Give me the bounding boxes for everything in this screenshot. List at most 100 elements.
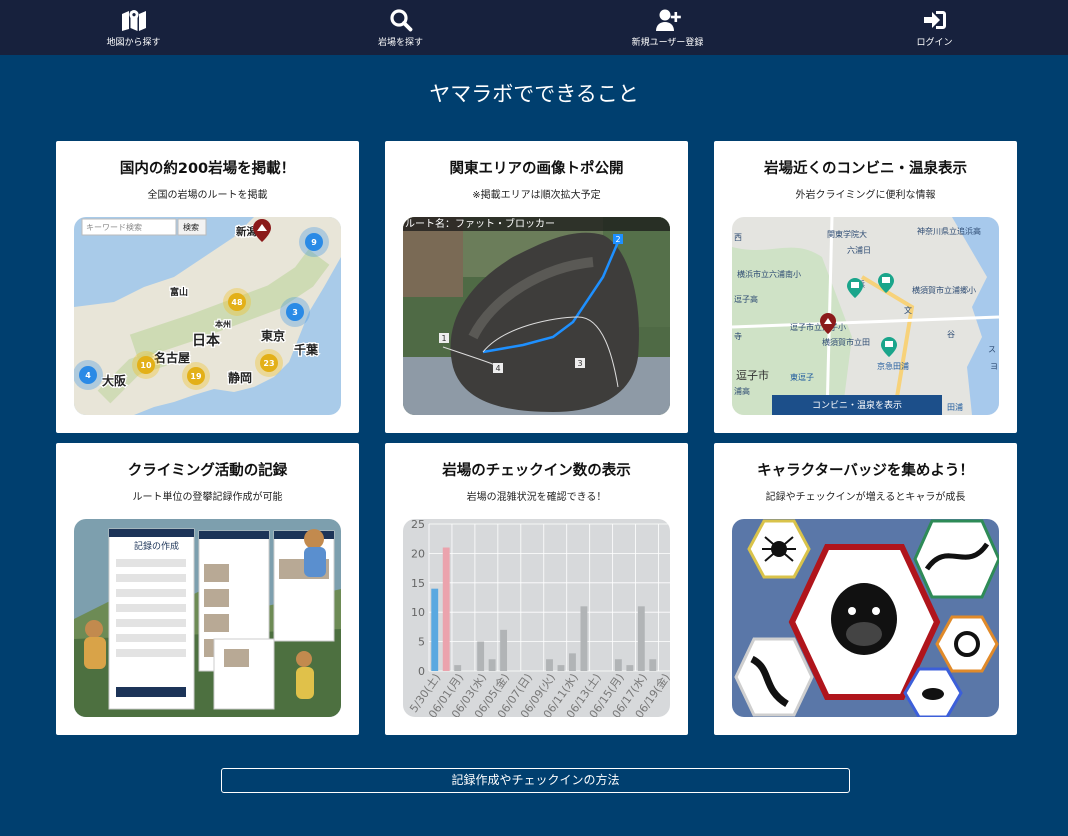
feature-card-records: クライミング活動の記録 ルート単位の登攀記録作成が可能 記録の作成 xyxy=(56,443,359,735)
map-label: 谷 xyxy=(947,330,955,339)
map-cluster[interactable]: 10 xyxy=(140,361,152,370)
topo-photo: ルート名：ファット・ブロッカー 1 2 3 4 xyxy=(403,217,670,415)
top-nav: 地図から探す 岩場を探す 新規ユーザー登録 ログイン xyxy=(0,0,1068,55)
chart-y-tick-label: 10 xyxy=(411,606,425,619)
feature-card-checkins: 岩場のチェックイン数の表示 岩場の混雑状況を確認できる！ 0 5 10 15 20 25 … xyxy=(385,443,688,735)
card-subtitle: 全国の岩場のルートを掲載 xyxy=(147,190,268,201)
topo-route-name: ルート名：ファット・ブロッカー xyxy=(405,217,555,230)
chart-bar xyxy=(477,641,485,671)
spider-badge-icon xyxy=(747,519,811,579)
chart-bar xyxy=(488,659,496,671)
record-form-title: 記録の作成 xyxy=(134,540,179,552)
map-label: 浦高 xyxy=(734,386,750,396)
map-label: 東逗子 xyxy=(790,372,814,382)
character-badges xyxy=(732,519,999,717)
map-label: 神奈川県立追浜高 xyxy=(917,226,981,236)
page-title: ヤマラボでできること xyxy=(429,82,639,106)
japan-map: キーワード検索 検索 新潟 富山 本州 日本 東京 千葉 名古屋 静岡 大阪 9 xyxy=(74,217,341,415)
map-icon xyxy=(121,9,146,31)
map-label: 横須賀市立浦郷小 xyxy=(912,285,976,295)
chart-y-tick-label: 25 xyxy=(411,519,425,531)
user-plus-icon xyxy=(655,9,681,31)
feature-card-nearby: 岩場近くのコンビニ・温泉表示 外岩クライミングに便利な情報 関東学院大 神奈川県… xyxy=(714,141,1017,433)
japan-map-screenshot: キーワード検索 検索 新潟 富山 本州 日本 東京 千葉 名古屋 静岡 大阪 9 xyxy=(74,217,341,415)
map-cluster[interactable]: 9 xyxy=(311,238,317,247)
map-label: ス xyxy=(988,345,996,354)
feature-grid: 国内の約200岩場を掲載！ 全国の岩場のルートを掲載 キーワード検索 検索 新潟… xyxy=(56,141,1017,735)
nearby-map-screenshot: 関東学院大 神奈川県立追浜高 六浦日 横浜市立六浦南小 横須賀市立浦郷小 逗子市… xyxy=(732,217,999,415)
gecko-badge-icon xyxy=(913,519,999,599)
nav-label: 地図から探す xyxy=(106,37,161,48)
map-label: 逗子市 xyxy=(736,368,769,382)
checkin-chart: 0 5 10 15 20 25 5/30(土) 06/01(月) 06/03(水) 06/05(… xyxy=(403,519,670,717)
chart-bar xyxy=(546,659,553,671)
feature-card-crags: 国内の約200岩場を掲載！ 全国の岩場のルートを掲載 キーワード検索 検索 新潟… xyxy=(56,141,359,433)
nav-label: 岩場を探す xyxy=(377,37,423,48)
map-cluster[interactable]: 48 xyxy=(231,298,243,307)
map-label: 千葉 xyxy=(294,342,319,357)
show-convenience-onsen-button[interactable]: コンビニ・温泉を表示 xyxy=(812,399,902,411)
map-label: 六浦日 xyxy=(847,245,871,255)
topo-marker: 1 xyxy=(441,334,446,343)
card-title: クライミング活動の記録 xyxy=(127,463,288,479)
nearby-map: 関東学院大 神奈川県立追浜高 六浦日 横浜市立六浦南小 横須賀市立浦郷小 逗子市… xyxy=(732,217,999,415)
chart-bar xyxy=(431,588,439,671)
how-to-record-checkin-button[interactable]: 記録作成やチェックインの方法 xyxy=(221,768,850,793)
map-label: 文 xyxy=(904,305,912,315)
map-search-button[interactable]: 検索 xyxy=(183,222,199,232)
card-subtitle: 記録やチェックインが増えるとキャラが成長 xyxy=(765,492,966,503)
nav-login[interactable]: ログイン xyxy=(801,0,1068,55)
map-cluster[interactable]: 4 xyxy=(85,371,91,380)
map-label: 富山 xyxy=(170,286,188,298)
snake-badge-icon xyxy=(935,615,999,673)
search-icon xyxy=(389,8,412,31)
topo-marker: 4 xyxy=(495,364,500,373)
lizard-badge-icon xyxy=(734,637,814,717)
chart-y-tick-label: 20 xyxy=(411,547,425,560)
chart-bar xyxy=(637,606,645,671)
feature-card-topo: 関東エリアの画像トポ公開 ※掲載エリアは順次拡大予定 ルート名：ファット・ブロッ… xyxy=(385,141,688,433)
chart-bar xyxy=(614,659,622,671)
card-subtitle: ルート単位の登攀記録作成が可能 xyxy=(132,492,283,503)
card-title: キャラクターバッジを集めよう！ xyxy=(757,463,974,479)
card-subtitle: ※掲載エリアは順次拡大予定 xyxy=(472,190,601,201)
map-label: 日本 xyxy=(192,332,221,349)
map-label: 寺 xyxy=(734,332,742,341)
map-cluster[interactable]: 3 xyxy=(292,308,298,317)
card-title: 関東エリアの画像トポ公開 xyxy=(449,161,624,177)
map-label: 田浦 xyxy=(947,402,963,412)
nav-crag-search[interactable]: 岩場を探す xyxy=(267,0,534,55)
nav-register[interactable]: 新規ユーザー登録 xyxy=(534,0,801,55)
map-label: 京急田浦 xyxy=(877,361,909,371)
topo-marker: 3 xyxy=(577,359,582,368)
nav-label: ログイン xyxy=(916,37,953,48)
chart-bar xyxy=(649,659,657,671)
login-icon xyxy=(923,10,946,29)
map-label: 大阪 xyxy=(102,373,127,388)
records-illustration: 記録の作成 xyxy=(74,519,341,717)
boulder-topo: ルート名：ファット・ブロッカー 1 2 3 4 xyxy=(403,217,670,415)
chart-y-tick-label: 15 xyxy=(411,577,425,590)
card-subtitle: 外岩クライミングに便利な情報 xyxy=(795,190,936,201)
checkin-bar-chart: 0510152025 5/30(土)06/01(月)06/03(水)06/05(… xyxy=(403,519,670,717)
chart-y-tick-label: 0 xyxy=(418,665,425,678)
fish-badge-icon xyxy=(903,667,963,717)
map-label: 逗子市立池子小 xyxy=(790,322,846,332)
app-screenshots: 記録の作成 xyxy=(74,519,341,717)
nav-label: 新規ユーザー登録 xyxy=(631,37,704,48)
map-search-input[interactable]: キーワード検索 xyxy=(86,222,142,232)
chart-bar xyxy=(442,547,450,671)
map-cluster[interactable]: 19 xyxy=(190,372,202,381)
nav-map-search[interactable]: 地図から探す xyxy=(0,0,267,55)
map-label: 逗子高 xyxy=(734,294,758,304)
map-label: 横浜市立六浦南小 xyxy=(737,269,801,279)
feature-card-badges: キャラクターバッジを集めよう！ 記録やチェックインが増えるとキャラが成長 xyxy=(714,443,1017,735)
map-cluster[interactable]: 23 xyxy=(263,359,274,368)
map-label: 静岡 xyxy=(228,370,252,385)
map-label: 東京 xyxy=(261,328,285,343)
chart-bar xyxy=(454,665,462,671)
chart-bar xyxy=(500,629,508,671)
badge-collection xyxy=(732,519,999,717)
card-title: 岩場近くのコンビニ・温泉表示 xyxy=(764,161,967,177)
card-title: 岩場のチェックイン数の表示 xyxy=(442,463,631,479)
